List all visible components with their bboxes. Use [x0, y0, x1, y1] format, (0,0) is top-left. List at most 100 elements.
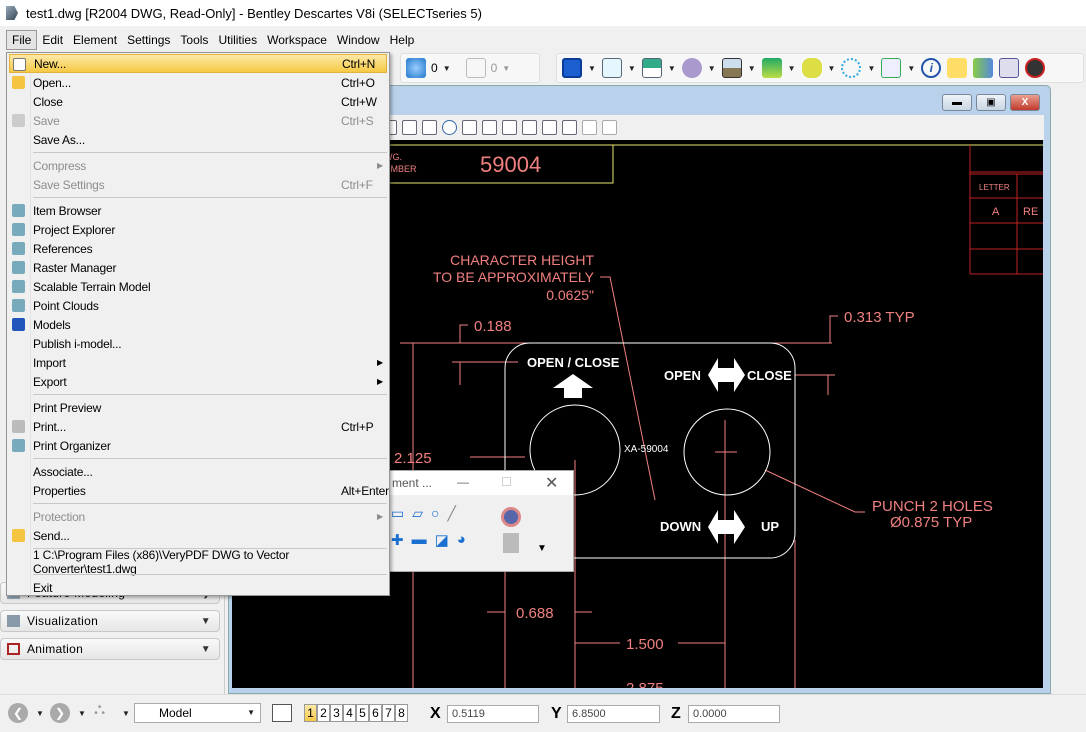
menu-workspace[interactable]: Workspace [262, 31, 332, 49]
next-view-icon[interactable] [522, 120, 537, 135]
menu-item-import[interactable]: Import ▶ [9, 353, 387, 372]
disable-icon[interactable] [1025, 58, 1046, 78]
menu-item-models[interactable]: Models [9, 315, 387, 334]
level-display-icon[interactable] [465, 58, 486, 78]
view-4-button[interactable]: 4 [343, 704, 356, 722]
level-value[interactable]: 0 [431, 61, 438, 75]
new-sheet-icon[interactable] [601, 58, 622, 78]
view-cube-icon[interactable] [562, 58, 582, 78]
menu-item-save-settings[interactable]: Save Settings Ctrl+F [9, 175, 387, 194]
x-coordinate-input[interactable]: 0.5119 [447, 705, 539, 723]
sundial-icon[interactable]: ⛬ [94, 701, 105, 719]
menu-item-scalable-terrain-model[interactable]: Scalable Terrain Model [9, 277, 387, 296]
menu-window[interactable]: Window [332, 31, 385, 49]
models-table-icon[interactable] [641, 58, 662, 78]
fit-view-icon[interactable] [422, 120, 437, 135]
menu-item-properties[interactable]: Properties Alt+Enter [9, 481, 389, 500]
menu-tools[interactable]: Tools [175, 31, 213, 49]
menu-item-exit[interactable]: Exit [9, 578, 387, 597]
previous-view-icon[interactable] [502, 120, 517, 135]
y-coordinate-input[interactable]: 6.8500 [567, 705, 660, 723]
level-stack-icon[interactable] [801, 58, 822, 78]
rotate-view-icon[interactable] [442, 120, 457, 135]
menu-item-print-organizer[interactable]: Print Organizer [9, 436, 387, 455]
menu-item-raster-manager[interactable]: Raster Manager [9, 258, 387, 277]
section-animation[interactable]: Animation ▼ [0, 638, 220, 660]
menu-item-send[interactable]: Send... [9, 526, 387, 545]
compare-icon[interactable] [973, 58, 994, 78]
menu-edit[interactable]: Edit [37, 31, 68, 49]
menu-utilities[interactable]: Utilities [213, 31, 262, 49]
menu-item-print-preview[interactable]: Print Preview [9, 398, 387, 417]
menu-item-save[interactable]: Save Ctrl+S [9, 111, 387, 130]
menu-item-compress[interactable]: Compress ▶ [9, 156, 387, 175]
close-view-button[interactable]: X [1010, 94, 1040, 111]
pan-icon[interactable] [462, 120, 477, 135]
shape-icon[interactable]: ▱ [412, 505, 423, 522]
raster-icon[interactable] [721, 58, 742, 78]
level2-value[interactable]: 0 [491, 61, 498, 75]
model-select[interactable]: Model ▼ [134, 703, 261, 723]
view-1-button[interactable]: 1 [304, 704, 317, 722]
menu-item-publish-i-model[interactable]: Publish i-model... [9, 334, 387, 353]
menu-item-print[interactable]: Print... Ctrl+P [9, 417, 387, 436]
view-8-button[interactable]: 8 [395, 704, 408, 722]
view-display-icon[interactable] [562, 120, 577, 135]
select-pointer-icon[interactable] [503, 533, 519, 553]
menu-element[interactable]: Element [68, 31, 122, 49]
search-light-icon[interactable] [841, 58, 862, 78]
menu-item-close[interactable]: Close Ctrl+W [9, 92, 387, 111]
transform-icon[interactable] [881, 58, 902, 78]
dialog-maximize-button[interactable]: ☐ [501, 475, 512, 489]
back-icon[interactable]: ❮ [8, 703, 28, 723]
globe-icon[interactable]: ◕ [457, 531, 466, 549]
menu-item-open[interactable]: Open... Ctrl+O [9, 73, 387, 92]
view-7-button[interactable]: 7 [382, 704, 395, 722]
minimize-button[interactable]: ▬ [942, 94, 972, 111]
window-area-icon[interactable] [402, 120, 417, 135]
subtract-icon[interactable]: ▬ [412, 531, 427, 549]
crosshair-icon[interactable] [999, 58, 1020, 78]
menu-item-point-clouds[interactable]: Point Clouds [9, 296, 387, 315]
menu-item-item-browser[interactable]: Item Browser [9, 201, 387, 220]
dialog-minimize-button[interactable]: — [457, 475, 469, 489]
menu-item-protection[interactable]: Protection ▶ [9, 507, 387, 526]
level-icon[interactable] [406, 58, 426, 78]
find-folder-icon[interactable] [947, 58, 968, 78]
dialog-close-button[interactable]: ✕ [545, 473, 558, 493]
dialog-more-icon[interactable]: ▼ [537, 543, 547, 554]
section-visualization[interactable]: Visualization ▼ [0, 610, 220, 632]
view-6-button[interactable]: 6 [369, 704, 382, 722]
menu-file[interactable]: File [6, 30, 38, 50]
menu-item-1-c-program-files-x86-verypdf-dwg-to-vector-converter-test1-dwg[interactable]: 1 C:\Program Files (x86)\VeryPDF DWG to … [9, 548, 387, 576]
add-icon[interactable]: ✚ [391, 531, 404, 549]
menu-item-references[interactable]: References [9, 239, 387, 258]
line-icon[interactable]: ╱ [447, 505, 455, 522]
arrow-down-up [708, 510, 745, 544]
clear-selection-icon[interactable] [501, 507, 521, 527]
menu-item-new[interactable]: New... Ctrl+N [9, 54, 387, 73]
menu-item-export[interactable]: Export ▶ [9, 372, 387, 391]
menu-item-save-as[interactable]: Save As... [9, 130, 387, 149]
view-3-button[interactable]: 3 [330, 704, 343, 722]
render-icon[interactable] [602, 120, 617, 135]
maximize-button[interactable]: ▣ [976, 94, 1006, 111]
menu-item-project-explorer[interactable]: Project Explorer [9, 220, 387, 239]
block-icon[interactable]: ▭ [391, 505, 404, 522]
circle-icon[interactable]: ○ [431, 505, 439, 522]
view-2-button[interactable]: 2 [317, 704, 330, 722]
views-icon[interactable] [272, 704, 292, 722]
walk-icon[interactable] [482, 120, 497, 135]
info-icon[interactable]: i [921, 58, 942, 78]
point-cloud-icon[interactable] [681, 58, 702, 78]
menu-help[interactable]: Help [385, 31, 420, 49]
view-5-button[interactable]: 5 [356, 704, 369, 722]
menu-settings[interactable]: Settings [122, 31, 175, 49]
copy-view-icon[interactable] [542, 120, 557, 135]
menu-item-associate[interactable]: Associate... [9, 462, 387, 481]
clip-icon[interactable] [582, 120, 597, 135]
forward-icon[interactable]: ❯ [50, 703, 70, 723]
layers-icon[interactable] [761, 58, 782, 78]
invert-icon[interactable]: ◪ [435, 531, 449, 549]
z-coordinate-input[interactable]: 0.0000 [688, 705, 780, 723]
